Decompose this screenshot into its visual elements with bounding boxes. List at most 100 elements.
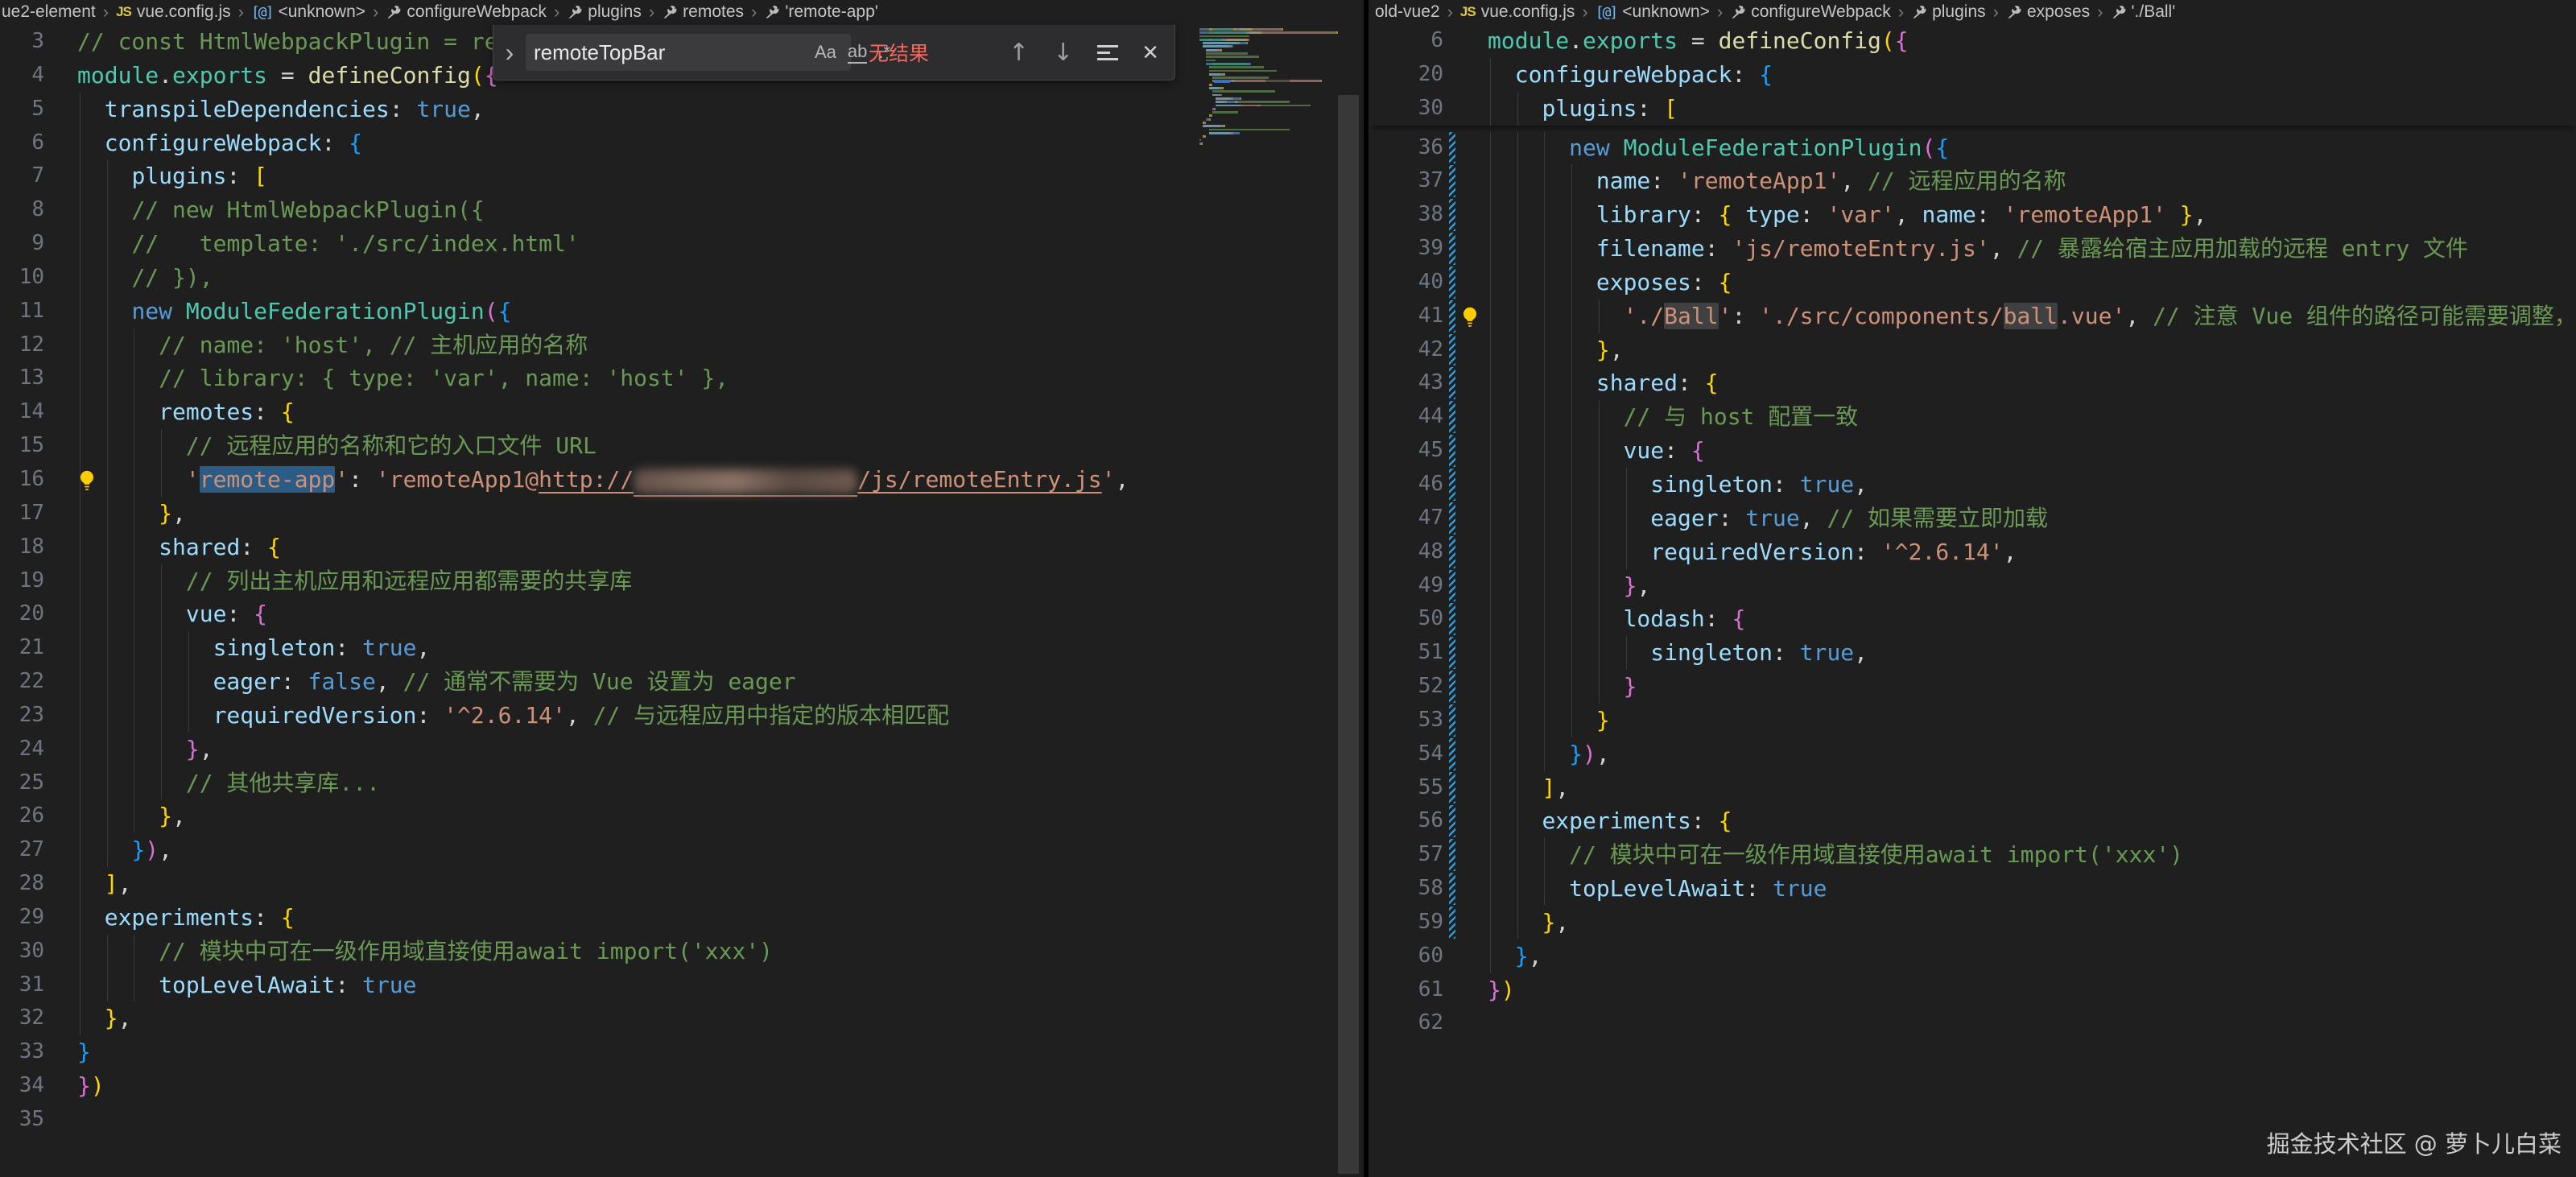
code-line-24[interactable]: 24 },: [0, 733, 1364, 766]
code-text[interactable]: // library: { type: 'var', name: 'host' …: [77, 361, 1364, 395]
code-line-20[interactable]: 20 vue: {: [0, 597, 1364, 631]
line-number[interactable]: 29: [0, 901, 44, 935]
find-in-selection-icon[interactable]: [1097, 41, 1118, 64]
code-line-30[interactable]: 30 // 模块中可在一级作用域直接使用await import('xxx'): [0, 935, 1364, 968]
code-text[interactable]: plugins: [: [1488, 92, 2576, 126]
code-text[interactable]: }: [1488, 704, 2576, 737]
breadcrumb-item-vue-config-js[interactable]: JSvue.config.js: [116, 2, 231, 22]
breadcrumb-item--remote-app-[interactable]: 'remote-app': [764, 2, 877, 22]
code-line-49[interactable]: 49 },: [1368, 569, 2576, 603]
code-line-48[interactable]: 48 requiredVersion: '^2.6.14',: [1368, 535, 2576, 569]
line-number[interactable]: 34: [0, 1069, 44, 1103]
code-text[interactable]: ],: [1488, 771, 2576, 805]
line-number[interactable]: 10: [0, 261, 44, 295]
regex-icon[interactable]: .*: [878, 42, 890, 63]
code-text[interactable]: // 远程应用的名称和它的入口文件 URL: [77, 429, 1364, 463]
code-line-10[interactable]: 10 // }),: [0, 261, 1364, 295]
lightbulb-icon[interactable]: [1459, 304, 1481, 338]
code-text[interactable]: },: [77, 497, 1364, 531]
code-line-21[interactable]: 21 singleton: true,: [0, 631, 1364, 665]
line-number[interactable]: 9: [0, 227, 44, 261]
code-line-51[interactable]: 51 singleton: true,: [1368, 636, 2576, 670]
breadcrumb-item-plugins[interactable]: plugins: [1911, 2, 1986, 22]
code-text[interactable]: },: [77, 799, 1364, 833]
code-line-12[interactable]: 12 // name: 'host', // 主机应用的名称: [0, 328, 1364, 362]
line-number[interactable]: 38: [1368, 198, 1443, 232]
line-number[interactable]: 47: [1368, 502, 1443, 535]
breadcrumb-item-plugins[interactable]: plugins: [567, 2, 642, 22]
line-number[interactable]: 61: [1368, 973, 1443, 1007]
breadcrumb-item--unknown-[interactable]: [@]<unknown>: [1596, 2, 1710, 22]
code-text[interactable]: exposes: {: [1488, 266, 2576, 299]
line-number[interactable]: 30: [0, 935, 44, 968]
breadcrumb-item-vue-config-js[interactable]: JSvue.config.js: [1460, 2, 1575, 22]
code-line-45[interactable]: 45 vue: {: [1368, 434, 2576, 468]
code-text[interactable]: configureWebpack: {: [77, 126, 1364, 160]
code-text[interactable]: }): [1488, 973, 2576, 1007]
code-text[interactable]: },: [1488, 940, 2576, 973]
code-line-30[interactable]: 30 plugins: [: [1368, 92, 2576, 126]
line-number[interactable]: 44: [1368, 400, 1443, 434]
breadcrumb-item--unknown-[interactable]: [@]<unknown>: [251, 2, 365, 22]
code-line-13[interactable]: 13 // library: { type: 'var', name: 'hos…: [0, 361, 1364, 395]
breadcrumb-item-ue2-element[interactable]: ue2-element: [2, 2, 96, 22]
close-find-icon[interactable]: ×: [1142, 39, 1158, 66]
code-line-14[interactable]: 14 remotes: {: [0, 395, 1364, 429]
line-number[interactable]: 3: [0, 25, 44, 59]
line-number[interactable]: 60: [1368, 940, 1443, 973]
whole-word-icon[interactable]: ab: [848, 41, 867, 64]
code-text[interactable]: requiredVersion: '^2.6.14',: [1488, 535, 2576, 569]
code-line-6[interactable]: 6 configureWebpack: {: [0, 126, 1364, 160]
code-line-54[interactable]: 54 }),: [1368, 737, 2576, 771]
line-number[interactable]: 20: [1368, 58, 1443, 92]
code-line-58[interactable]: 58 topLevelAwait: true: [1368, 872, 2576, 906]
code-area-right[interactable]: 36 new ModuleFederationPlugin({37 name: …: [1368, 131, 2576, 1041]
code-line-35[interactable]: 35: [0, 1103, 1364, 1137]
code-text[interactable]: eager: false, // 通常不需要为 Vue 设置为 eager: [77, 665, 1364, 699]
line-number[interactable]: 20: [0, 597, 44, 631]
code-text[interactable]: experiments: {: [77, 901, 1364, 935]
line-number[interactable]: 39: [1368, 232, 1443, 266]
line-number[interactable]: 42: [1368, 333, 1443, 367]
code-text[interactable]: singleton: true,: [1488, 468, 2576, 502]
line-number[interactable]: 62: [1368, 1006, 1443, 1040]
code-line-31[interactable]: 31 topLevelAwait: true: [0, 968, 1364, 1002]
code-area-left[interactable]: 3// const HtmlWebpackPlugin = re4module.…: [0, 24, 1364, 1137]
line-number[interactable]: 51: [1368, 636, 1443, 670]
line-number[interactable]: 15: [0, 429, 44, 463]
code-text[interactable]: requiredVersion: '^2.6.14', // 与远程应用中指定的…: [77, 699, 1364, 733]
code-text[interactable]: // new HtmlWebpackPlugin({: [77, 193, 1364, 227]
code-text[interactable]: // name: 'host', // 主机应用的名称: [77, 328, 1364, 362]
code-text[interactable]: plugins: [: [77, 159, 1364, 193]
code-text[interactable]: },: [1488, 569, 2576, 603]
code-text[interactable]: topLevelAwait: true: [1488, 872, 2576, 906]
line-number[interactable]: 46: [1368, 468, 1443, 502]
code-line-39[interactable]: 39 filename: 'js/remoteEntry.js', // 暴露给…: [1368, 232, 2576, 266]
code-text[interactable]: transpileDependencies: true,: [77, 93, 1364, 126]
code-line-7[interactable]: 7 plugins: [: [0, 159, 1364, 193]
line-number[interactable]: 6: [0, 126, 44, 160]
code-line-19[interactable]: 19 // 列出主机应用和远程应用都需要的共享库: [0, 564, 1364, 598]
breadcrumb-item-configurewebpack[interactable]: configureWebpack: [1730, 2, 1891, 22]
vertical-scrollbar[interactable]: [1336, 24, 1360, 1177]
code-text[interactable]: shared: {: [77, 531, 1364, 564]
line-number[interactable]: 19: [0, 564, 44, 598]
code-line-53[interactable]: 53 }: [1368, 704, 2576, 737]
code-text[interactable]: ],: [77, 867, 1364, 901]
next-match-icon[interactable]: ↓: [1053, 39, 1073, 67]
code-text[interactable]: new ModuleFederationPlugin({: [1488, 131, 2576, 165]
code-line-5[interactable]: 5 transpileDependencies: true,: [0, 93, 1364, 126]
code-text[interactable]: }: [1488, 670, 2576, 704]
code-line-55[interactable]: 55 ],: [1368, 771, 2576, 805]
code-text[interactable]: // template: './src/index.html': [77, 227, 1364, 261]
code-text[interactable]: remotes: {: [77, 395, 1364, 429]
code-text[interactable]: // 与 host 配置一致: [1488, 400, 2576, 434]
code-text[interactable]: },: [77, 1001, 1364, 1035]
line-number[interactable]: 17: [0, 497, 44, 531]
line-number[interactable]: 58: [1368, 872, 1443, 906]
code-line-59[interactable]: 59 },: [1368, 906, 2576, 940]
line-number[interactable]: 12: [0, 328, 44, 362]
code-line-25[interactable]: 25 // 其他共享库...: [0, 766, 1364, 800]
code-line-33[interactable]: 33}: [0, 1035, 1364, 1069]
find-input[interactable]: [534, 40, 803, 65]
